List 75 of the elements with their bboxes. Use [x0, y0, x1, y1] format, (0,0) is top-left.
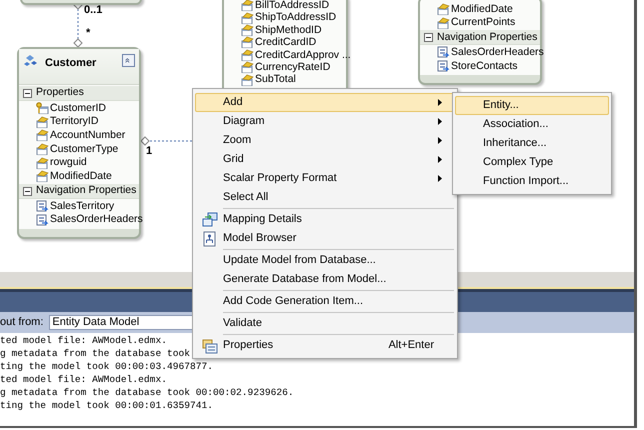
property-label[interactable]: SubTotal — [255, 74, 296, 85]
menu-item[interactable]: Entity... — [455, 96, 609, 115]
property-label[interactable]: ModifiedDate — [451, 4, 513, 14]
navigation-property-icon — [36, 200, 49, 212]
output-line: ting the model took 00:00:03.4967877. — [0, 360, 214, 373]
output-line: ting the model took 00:00:01.6359741. — [0, 399, 214, 412]
menu-item[interactable]: Diagram — [195, 112, 455, 131]
menu-item[interactable]: Complex Type — [455, 153, 609, 172]
property-label[interactable]: ModifiedDate — [50, 171, 112, 182]
menu-item[interactable]: Function Import... — [455, 172, 609, 191]
property-label[interactable]: SalesTerritory — [50, 200, 114, 212]
property-label[interactable]: SalesOrderHeaders — [451, 46, 544, 58]
property-label[interactable]: rowguid — [50, 157, 87, 168]
property-icon — [437, 16, 450, 29]
menu-item[interactable]: Association... — [455, 115, 609, 134]
property-icon — [241, 36, 254, 48]
property-icon — [241, 24, 254, 36]
entity-icon — [23, 54, 39, 68]
navigation-property-icon — [437, 46, 450, 58]
property-label[interactable]: TerritoryID — [50, 116, 98, 127]
submenu-arrow-icon — [438, 137, 442, 144]
output-line: ted model file: AWModel.edmx. — [0, 334, 167, 347]
menu-item[interactable]: Update Model from Database... — [195, 251, 455, 270]
shortcut-label: Alt+Enter — [388, 338, 434, 354]
submenu-arrow-icon — [438, 175, 442, 182]
menu-item[interactable]: Properties Alt+Enter — [195, 336, 455, 355]
output-line: g metadata from the database took 00:00:02.9239626. — [0, 386, 294, 399]
navigation-property-icon — [36, 214, 49, 226]
menu-item[interactable]: Add Code Generation Item... — [195, 292, 455, 311]
entity-title: Customer — [45, 56, 98, 71]
menu-item[interactable]: Mapping Details — [195, 210, 455, 229]
multiplicity-label: 1 — [146, 146, 152, 157]
properties-icon — [202, 338, 218, 354]
property-label[interactable]: AccountNumber — [50, 130, 126, 140]
menu-item[interactable]: Inheritance... — [455, 134, 609, 153]
property-icon — [36, 129, 49, 142]
output-line: g metadata from the database took — [0, 347, 190, 360]
collapse-button[interactable]: « — [122, 54, 135, 67]
property-icon — [36, 156, 49, 169]
submenu-arrow-icon — [438, 118, 442, 125]
property-icon — [36, 170, 49, 182]
property-label[interactable]: SalesOrderHeaders — [50, 214, 143, 225]
property-label[interactable]: CustomerType — [50, 144, 118, 154]
property-label[interactable]: CreditCardID — [255, 37, 316, 48]
property-label[interactable]: StoreContacts — [451, 60, 518, 72]
submenu-arrow-icon — [438, 99, 442, 106]
property-label[interactable]: BillToAddressID — [255, 0, 330, 10]
menu-item[interactable]: Zoom — [195, 131, 455, 150]
menu-item[interactable]: Select All — [195, 188, 455, 207]
property-icon — [437, 2, 450, 15]
mapping-icon — [202, 212, 218, 228]
property-label[interactable]: CreditCardApprov ... — [255, 50, 351, 60]
property-label[interactable]: ShipMethodID — [255, 24, 322, 36]
property-icon — [241, 12, 254, 24]
multiplicity-label: 0..1 — [84, 5, 102, 16]
property-label[interactable]: CurrencyRateID — [255, 62, 330, 72]
submenu-arrow-icon — [438, 156, 442, 163]
menu-item[interactable]: Add — [195, 93, 455, 112]
property-icon — [241, 61, 254, 74]
output-line: ted model file: AWModel.edmx. — [0, 373, 167, 386]
property-icon — [36, 116, 49, 128]
property-label[interactable]: CustomerID — [50, 102, 106, 114]
property-icon — [241, 74, 254, 86]
multiplicity-label: * — [86, 28, 90, 39]
menu-item[interactable]: Model Browser — [195, 229, 455, 248]
show-output-label: out from: — [0, 315, 44, 330]
property-label[interactable]: ShipToAddressID — [255, 12, 336, 23]
menu-item[interactable]: Grid — [195, 150, 455, 169]
navigation-property-icon — [437, 60, 450, 72]
model-browser-icon — [202, 230, 218, 246]
property-label[interactable]: CurrentPoints — [451, 17, 516, 28]
property-icon — [241, 48, 254, 61]
key-property-icon — [36, 102, 49, 114]
menu-item[interactable]: Scalar Property Format — [195, 169, 455, 188]
property-icon — [36, 142, 49, 155]
